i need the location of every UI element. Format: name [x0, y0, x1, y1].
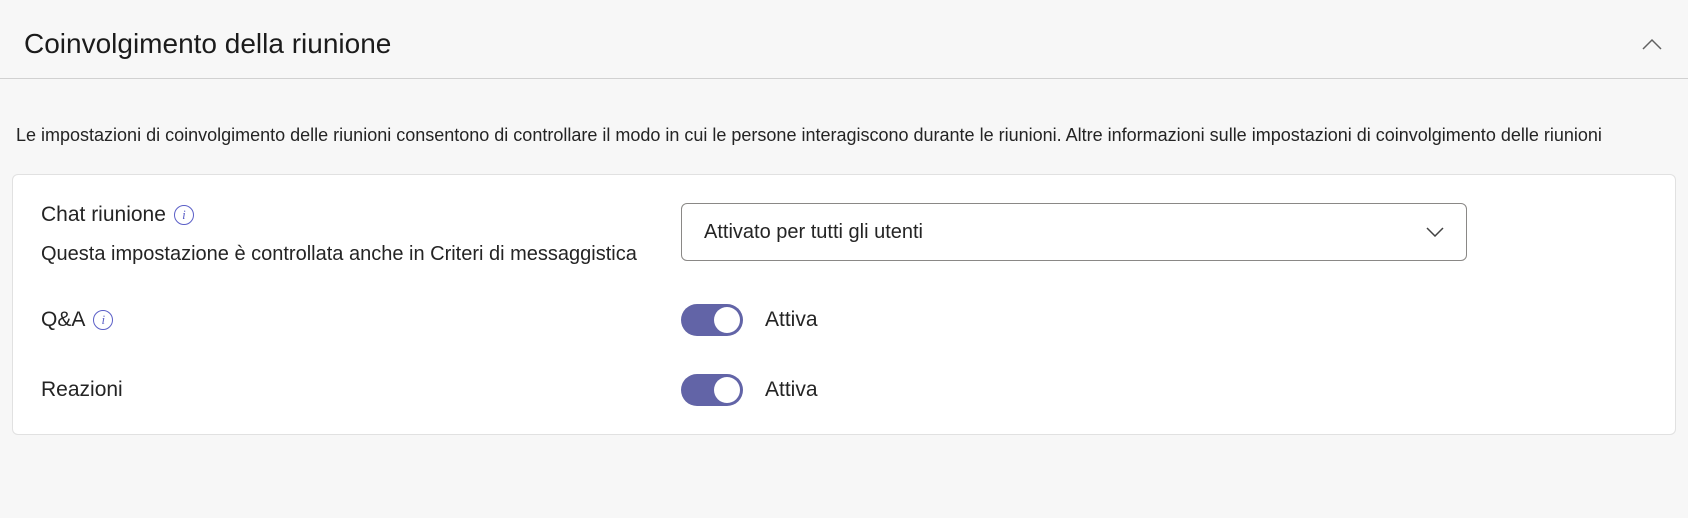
settings-card: Chat riunione i Questa impostazione è co… [12, 174, 1676, 435]
reactions-label-text: Reazioni [41, 378, 123, 402]
toggle-knob [714, 307, 740, 333]
setting-label-col: Reazioni [41, 378, 681, 402]
qa-toggle-label: Attiva [765, 308, 818, 332]
setting-label-col: Q&A i [41, 308, 681, 332]
toggle-knob [714, 377, 740, 403]
chat-dropdown[interactable]: Attivato per tutti gli utenti [681, 203, 1467, 261]
info-icon[interactable]: i [174, 205, 194, 225]
reactions-label: Reazioni [41, 378, 123, 402]
reactions-toggle-label: Attiva [765, 378, 818, 402]
reactions-toggle[interactable] [681, 374, 743, 406]
section-description: Le impostazioni di coinvolgimento delle … [0, 79, 1688, 174]
qa-label: Q&A i [41, 308, 113, 332]
info-icon[interactable]: i [93, 310, 113, 330]
reactions-control: Attiva [681, 374, 1647, 406]
qa-toggle[interactable] [681, 304, 743, 336]
chat-dropdown-value: Attivato per tutti gli utenti [704, 221, 923, 244]
section-title: Coinvolgimento della riunione [24, 28, 391, 60]
setting-row-qa: Q&A i Attiva [41, 304, 1647, 336]
section-header: Coinvolgimento della riunione [0, 0, 1688, 79]
chat-sublabel: Questa impostazione è controllata anche … [41, 243, 681, 266]
setting-row-chat: Chat riunione i Questa impostazione è co… [41, 203, 1647, 266]
setting-row-reactions: Reazioni Attiva [41, 374, 1647, 406]
chevron-down-icon [1426, 227, 1444, 237]
qa-control: Attiva [681, 304, 1647, 336]
chat-label: Chat riunione i [41, 203, 681, 227]
chat-control: Attivato per tutti gli utenti [681, 203, 1647, 261]
chevron-up-icon [1642, 38, 1662, 50]
qa-label-text: Q&A [41, 308, 85, 332]
setting-label-col: Chat riunione i Questa impostazione è co… [41, 203, 681, 266]
chat-label-text: Chat riunione [41, 203, 166, 227]
collapse-section-button[interactable] [1640, 32, 1664, 56]
